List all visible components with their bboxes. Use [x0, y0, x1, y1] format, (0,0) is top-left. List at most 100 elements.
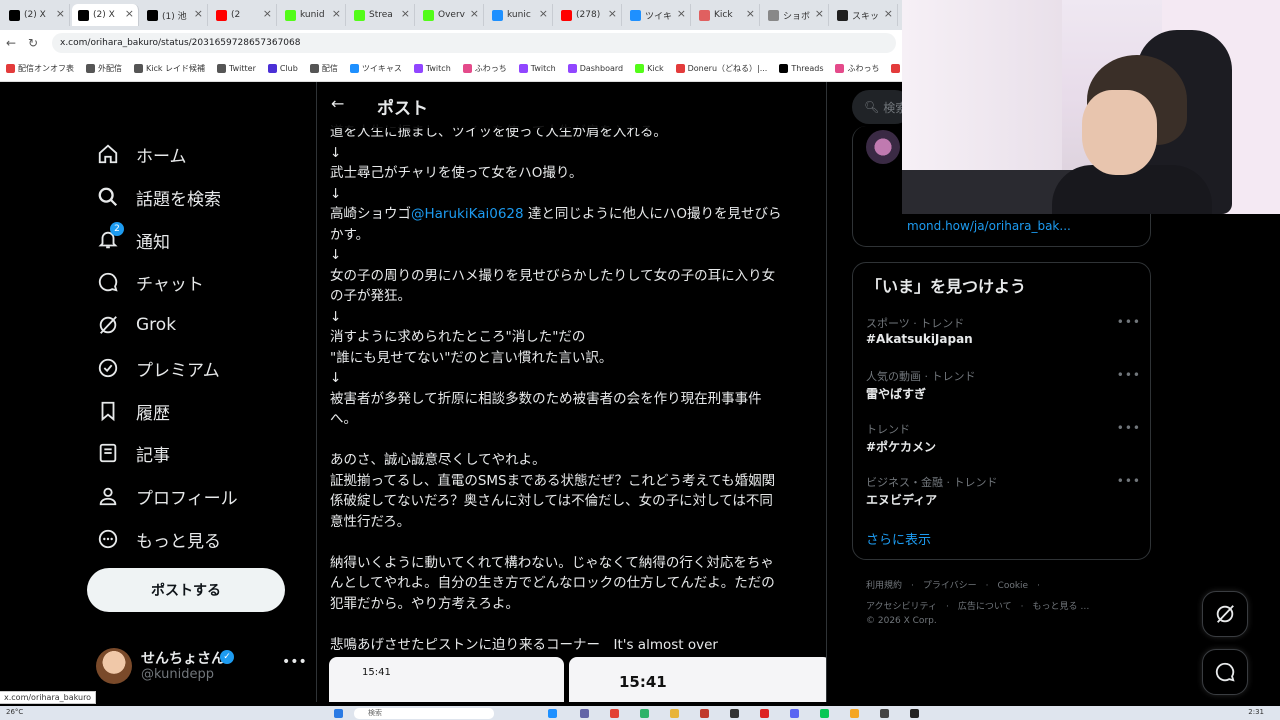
post-line: [330, 532, 815, 553]
trend-item[interactable]: スポーツ · トレンド #AkatsukiJapan •••: [866, 315, 1141, 355]
browser-tab[interactable]: (2 ×: [210, 4, 277, 26]
close-icon[interactable]: ×: [677, 7, 686, 20]
post-button[interactable]: ポストする: [87, 568, 285, 612]
browser-tab[interactable]: (1) 池 ×: [141, 4, 208, 26]
media-image-1[interactable]: 15:41: [329, 657, 564, 702]
trend-item[interactable]: ビジネス・金融 · トレンド エヌビディア •••: [866, 474, 1141, 514]
edge-icon[interactable]: [548, 709, 557, 718]
close-icon[interactable]: ×: [332, 7, 341, 20]
browser-tab[interactable]: Kick ×: [693, 4, 760, 26]
nav-item-bell[interactable]: 2 通知: [96, 222, 170, 258]
browser-tab[interactable]: ショボ ×: [762, 4, 829, 26]
nav-item-search[interactable]: 話題を検索: [96, 179, 221, 215]
app-icon[interactable]: [610, 709, 619, 718]
bookmark-item[interactable]: ふわっち: [835, 63, 879, 74]
bookmark-item[interactable]: Twitch: [413, 64, 451, 73]
app-icon[interactable]: [640, 709, 649, 718]
profile-link[interactable]: mond.how/ja/orihara_bak...: [907, 219, 1071, 233]
teams-icon[interactable]: [580, 709, 589, 718]
tab-label: Kick: [714, 10, 733, 20]
back-arrow-icon[interactable]: ←: [331, 94, 344, 113]
app-icon[interactable]: [910, 709, 919, 718]
nav-item-bookmark[interactable]: 履歴: [96, 393, 170, 429]
bookmark-item[interactable]: Threads: [779, 64, 823, 73]
taskbar-search[interactable]: 検索: [354, 708, 494, 719]
more-dots-icon[interactable]: •••: [282, 654, 307, 670]
browser-tab[interactable]: ツイキ ×: [624, 4, 691, 26]
bookmark-label: Twitch: [425, 64, 451, 73]
close-icon[interactable]: ×: [401, 7, 410, 20]
app-icon[interactable]: [700, 709, 709, 718]
line-icon[interactable]: [820, 709, 829, 718]
discord-icon[interactable]: [790, 709, 799, 718]
bookmark-item[interactable]: 配信: [309, 63, 338, 74]
close-icon[interactable]: ×: [125, 7, 134, 20]
browser-tab[interactable]: (2) X ×: [72, 4, 139, 26]
close-icon[interactable]: ×: [746, 7, 755, 20]
nav-item-grok[interactable]: Grok: [96, 307, 176, 343]
app-icon[interactable]: [730, 709, 739, 718]
trend-item[interactable]: 人気の動画 · トレンド 雷やばすぎ •••: [866, 368, 1141, 408]
post-media[interactable]: 15:41 15:41: [329, 657, 826, 702]
close-icon[interactable]: ×: [56, 7, 65, 20]
close-icon[interactable]: ×: [263, 7, 272, 20]
account-switcher[interactable]: せんちょさん ✓ @kunidepp •••: [96, 648, 307, 688]
mention-link[interactable]: @HarukiKai0628: [411, 206, 524, 222]
nav-item-profile[interactable]: プロフィール: [96, 478, 238, 514]
url-field[interactable]: x.com/orihara_bakuro/status/203165972865…: [52, 33, 896, 53]
nav-item-article[interactable]: 記事: [96, 435, 170, 471]
bookmark-item[interactable]: 外配信: [86, 63, 122, 74]
app-icon[interactable]: [760, 709, 769, 718]
bookmark-item[interactable]: ふわっち: [462, 63, 507, 74]
nav-item-chat[interactable]: チャット: [96, 264, 204, 300]
footer-links-1[interactable]: 利用規約 · プライバシー · Cookie ·: [866, 578, 1040, 591]
folder-icon[interactable]: [670, 709, 679, 718]
trends-title: 「いま」を見つけよう: [866, 277, 1027, 296]
back-nav-icon[interactable]: ←: [0, 36, 22, 50]
nav-item-premium[interactable]: プレミアム: [96, 350, 220, 386]
media-image-2[interactable]: 15:41: [569, 657, 826, 702]
more-dots-icon[interactable]: •••: [1117, 315, 1141, 329]
browser-tab[interactable]: kunic ×: [486, 4, 553, 26]
bookmark-item[interactable]: Kick: [635, 64, 664, 73]
bookmark-item[interactable]: 配信オンオフ表: [6, 63, 74, 74]
avatar[interactable]: [866, 130, 900, 164]
post-line: ↓: [330, 144, 342, 161]
close-icon[interactable]: ×: [815, 7, 824, 20]
bookmark-item[interactable]: ツイキャス: [349, 63, 402, 74]
browser-tab[interactable]: Strea ×: [348, 4, 415, 26]
nav-item-home[interactable]: ホーム: [96, 136, 187, 172]
close-icon[interactable]: ×: [608, 7, 617, 20]
app-icon[interactable]: [880, 709, 889, 718]
bookmark-item[interactable]: Kick レイド候補: [134, 63, 205, 74]
grok-float-button[interactable]: [1202, 591, 1248, 637]
bookmark-item[interactable]: Dashboard: [567, 64, 623, 73]
start-icon[interactable]: [334, 709, 343, 718]
bookmark-item[interactable]: Twitch: [518, 64, 556, 73]
browser-tab[interactable]: Overv ×: [417, 4, 484, 26]
notification-badge: 2: [110, 222, 124, 236]
more-dots-icon[interactable]: •••: [1117, 421, 1141, 435]
close-icon[interactable]: ×: [194, 7, 203, 20]
more-dots-icon[interactable]: •••: [1117, 474, 1141, 488]
close-icon[interactable]: ×: [470, 7, 479, 20]
post-line: 消すように求められたところ"消した"だの: [330, 329, 586, 345]
nav-item-more-circle[interactable]: もっと見る: [96, 521, 221, 557]
show-more-link[interactable]: さらに表示: [866, 529, 931, 548]
browser-tab[interactable]: kunid ×: [279, 4, 346, 26]
reload-icon[interactable]: ↻: [22, 36, 44, 50]
chat-float-button[interactable]: [1202, 649, 1248, 695]
bookmark-item[interactable]: Doneru（どねる）|...: [675, 63, 767, 74]
close-icon[interactable]: ×: [884, 7, 893, 20]
browser-tab[interactable]: (2) X ×: [3, 4, 70, 26]
browser-tab[interactable]: (278) ×: [555, 4, 622, 26]
more-dots-icon[interactable]: •••: [1117, 368, 1141, 382]
trend-item[interactable]: トレンド #ポケカメン •••: [866, 421, 1141, 461]
bookmark-item[interactable]: Twitter: [217, 64, 256, 73]
bookmark-item[interactable]: Yaho: [891, 64, 902, 73]
browser-tab[interactable]: スキッ ×: [831, 4, 898, 26]
footer-links-2[interactable]: アクセシビリティ · 広告について · もっと見る …: [866, 599, 1089, 612]
close-icon[interactable]: ×: [539, 7, 548, 20]
app-icon[interactable]: [850, 709, 859, 718]
bookmark-item[interactable]: Club: [267, 64, 298, 73]
